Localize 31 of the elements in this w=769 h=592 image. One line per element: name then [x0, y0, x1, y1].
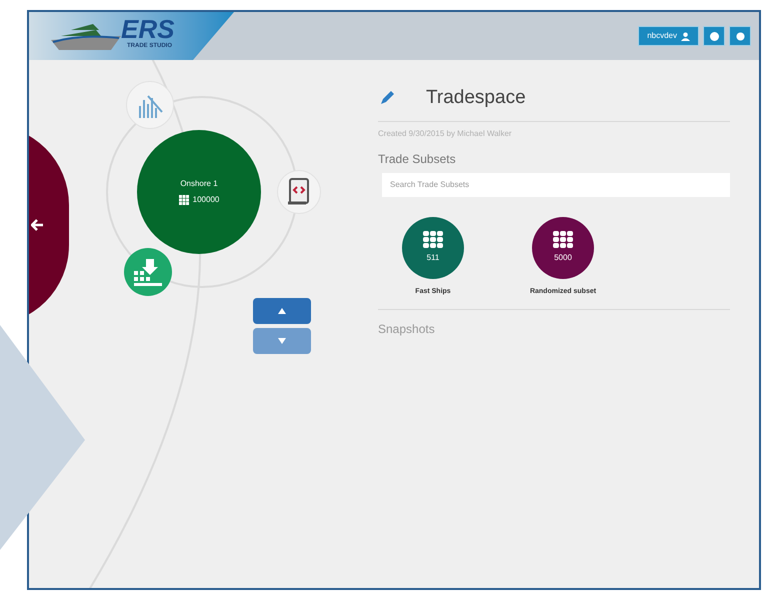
grid-icon	[178, 195, 189, 205]
script-node[interactable]	[277, 170, 321, 214]
grid-icon	[553, 231, 573, 248]
logo-title: ERS	[121, 16, 174, 42]
help-button[interactable]	[703, 26, 725, 46]
section-heading: Snapshots	[378, 321, 436, 338]
grid-download-icon	[132, 257, 164, 287]
subset-node[interactable]: 511	[402, 216, 464, 278]
search-field[interactable]: Search Trade Subsets	[382, 172, 730, 196]
section-heading: Trade Subsets	[378, 150, 457, 168]
node-count: 100000	[192, 194, 220, 206]
subset-count: 5000	[554, 252, 572, 264]
back-arrow-icon[interactable]	[31, 219, 43, 231]
down-button[interactable]	[253, 328, 311, 354]
scroll-icon	[286, 177, 312, 207]
panel-title: Tradespace	[426, 86, 526, 110]
node-name: Onshore 1	[180, 178, 218, 190]
up-arrow-icon	[278, 308, 286, 314]
user-icon	[681, 32, 690, 40]
subset-node[interactable]: 5000	[532, 216, 594, 278]
tradespace-node[interactable]: Onshore 1 100000	[137, 130, 261, 254]
up-button[interactable]	[253, 298, 311, 324]
created-text: Created 9/30/2015 by Michael Walker	[378, 128, 513, 140]
grid-icon	[423, 231, 443, 248]
user-button[interactable]: nbcvdev	[638, 26, 699, 46]
subset-count: 511	[426, 252, 440, 264]
down-arrow-icon	[278, 338, 286, 344]
export-node[interactable]	[124, 248, 172, 296]
analysis-node[interactable]	[126, 81, 174, 129]
settings-button[interactable]	[729, 26, 751, 46]
ship-icon	[51, 22, 121, 50]
